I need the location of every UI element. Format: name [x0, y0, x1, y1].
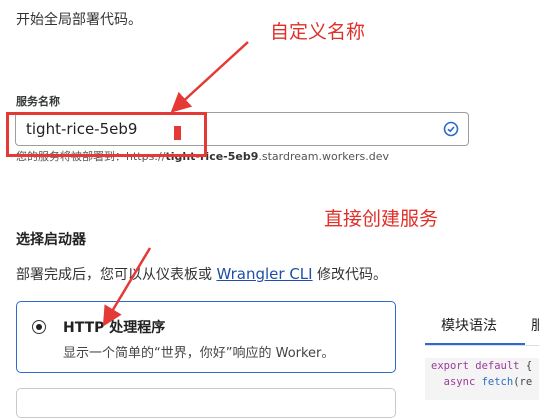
radio-selected-icon[interactable] — [32, 320, 46, 334]
arrow-to-name-field — [170, 41, 249, 113]
annotation-create-service: 直接创建服务 — [324, 208, 439, 230]
hint-suffix: .stardream.workers.dev — [258, 150, 389, 163]
option-title: HTTP 处理程序 — [63, 320, 166, 336]
starter-section-title: 选择启动器 — [16, 232, 86, 248]
desc-prefix: 部署完成后，您可以从仪表板或 — [16, 267, 217, 283]
wrangler-cli-link[interactable]: Wrangler CLI — [216, 265, 312, 283]
option-subtitle: 显示一个简单的“世界，你好”响应的 Worker。 — [63, 346, 335, 361]
code-line-2: async fetch(re — [443, 376, 533, 388]
tab-module-syntax[interactable]: 模块语法 — [441, 315, 497, 335]
annotation-cursor-mark — [174, 126, 181, 140]
annotation-custom-name: 自定义名称 — [270, 21, 366, 43]
starter-description: 部署完成后，您可以从仪表板或 Wrangler CLI 修改代码。 — [16, 264, 387, 284]
check-circle-icon — [443, 121, 459, 137]
code-line-1: export default { — [431, 360, 533, 372]
starter-option-next[interactable] — [16, 388, 396, 418]
service-name-label: 服务名称 — [16, 95, 60, 108]
active-tab-indicator — [425, 343, 525, 345]
tab-divider — [425, 345, 539, 346]
intro-text: 开始全局部署代码。 — [16, 12, 142, 28]
desc-suffix: 修改代码。 — [312, 267, 388, 283]
tab-service-worker[interactable]: 服 — [531, 315, 539, 335]
starter-option-http-handler[interactable]: HTTP 处理程序 显示一个简单的“世界，你好”响应的 Worker。 — [16, 301, 396, 373]
code-preview: export default { async fetch(re — [425, 358, 539, 400]
